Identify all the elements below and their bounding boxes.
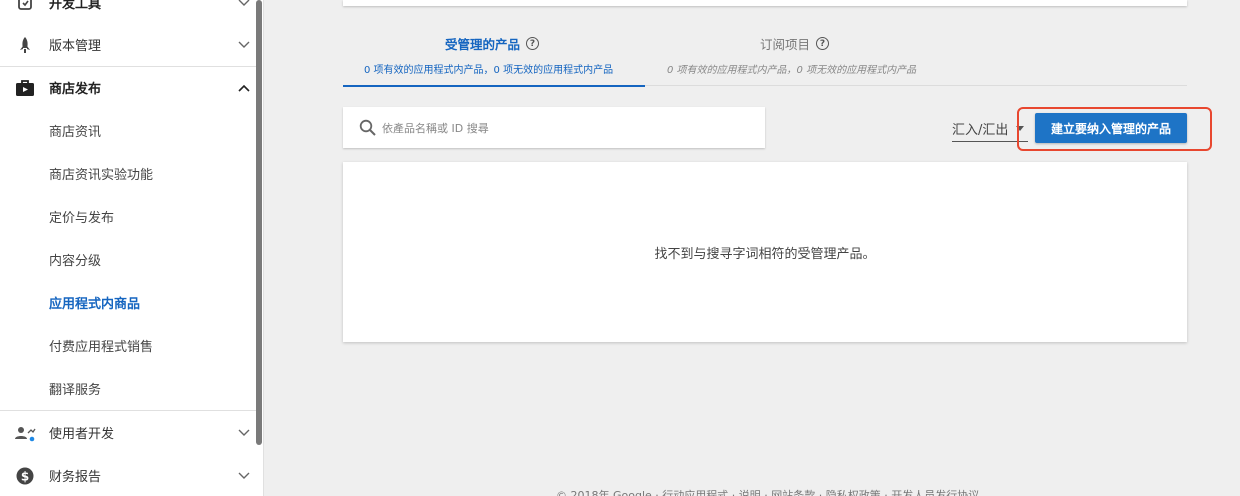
svg-text:$: $ [21, 469, 29, 483]
sidebar-item-label: 商店发布 [49, 82, 102, 97]
tab-managed-products[interactable]: 受管理的产品 ? 0 项有效的应用程式内产品，0 项无效的应用程式内产品 [343, 24, 645, 87]
tab-subscriptions[interactable]: 订阅项目 ? 0 项有效的应用程式内产品，0 项无效的应用程式内产品 [645, 24, 945, 86]
sidebar-subitem-label: 定价与发布 [49, 211, 115, 226]
sidebar-subitem-store-listing-experiments[interactable]: 商店资讯实验功能 [0, 152, 256, 195]
footer: © 2018年 Google · 行动应用程式 · 说明 · 网站条款 · 隐私… [556, 489, 980, 496]
sidebar-item-label: 使用者开发 [49, 427, 115, 442]
chevron-down-icon [236, 468, 252, 484]
results-card: 找不到与搜寻字词相符的受管理产品。 [343, 162, 1187, 342]
sidebar: 开发工具 版本管理 商店发布 商店资讯 商店资讯实验功能 定价与发布 内容分级 … [0, 0, 264, 496]
chevron-up-icon [236, 80, 252, 96]
sidebar-subitem-store-listing[interactable]: 商店资讯 [0, 109, 256, 152]
sidebar-item-label: 开发工具 [49, 0, 102, 12]
active-tab-indicator [343, 85, 645, 87]
sidebar-subitem-label: 商店资讯 [49, 125, 102, 140]
tab-title: 受管理的产品 ? [445, 34, 540, 53]
sidebar-item-label: 版本管理 [49, 39, 102, 54]
store-icon [14, 77, 36, 99]
create-managed-product-button[interactable]: 建立要纳入管理的产品 [1035, 113, 1187, 143]
dev-tools-icon [14, 0, 36, 14]
tab-subtitle: 0 项有效的应用程式内产品，0 项无效的应用程式内产品 [364, 65, 614, 76]
product-tabs: 受管理的产品 ? 0 项有效的应用程式内产品，0 项无效的应用程式内产品 订阅项… [343, 24, 1187, 87]
sidebar-subitem-in-app-products[interactable]: 应用程式内商品 [0, 281, 256, 324]
tab-title-text: 订阅项目 [760, 37, 811, 52]
sidebar-item-user-acquisition[interactable]: 使用者开发 [0, 411, 256, 454]
chevron-down-icon [236, 425, 252, 441]
search-icon [359, 119, 376, 140]
sidebar-subitem-label: 付费应用程式销售 [49, 340, 154, 355]
search-input[interactable] [382, 117, 752, 139]
sidebar-subitem-content-rating[interactable]: 内容分级 [0, 238, 256, 281]
tab-title-text: 受管理的产品 [445, 37, 521, 52]
tab-subtitle: 0 项有效的应用程式内产品，0 项无效的应用程式内产品 [667, 65, 917, 76]
chevron-down-icon [236, 37, 252, 53]
tab-title: 订阅项目 ? [760, 34, 830, 53]
sidebar-item-release-management[interactable]: 版本管理 [0, 23, 256, 66]
sidebar-subitem-translation-services[interactable]: 翻译服务 [0, 367, 256, 410]
sidebar-subitem-label: 内容分级 [49, 254, 102, 269]
user-acquisition-icon [14, 422, 36, 444]
import-export-label: 汇入/汇出 [952, 123, 1009, 138]
top-card [343, 0, 1187, 6]
sidebar-subitem-label: 翻译服务 [49, 383, 102, 398]
search-box [343, 107, 765, 148]
sidebar-item-store-presence[interactable]: 商店发布 [0, 66, 256, 109]
sidebar-subitem-label: 应用程式内商品 [49, 297, 141, 312]
sidebar-item-label: 财务报告 [49, 470, 102, 485]
dollar-icon: $ [14, 465, 36, 487]
sidebar-item-dev-tools[interactable]: 开发工具 [0, 0, 256, 24]
help-icon[interactable]: ? [816, 37, 830, 50]
sidebar-item-financial-reports[interactable]: $ 财务报告 [0, 454, 256, 496]
sidebar-scrollbar[interactable] [256, 0, 262, 445]
sidebar-subitem-pricing-distribution[interactable]: 定价与发布 [0, 195, 256, 238]
empty-state-message: 找不到与搜寻字词相符的受管理产品。 [654, 246, 876, 262]
chevron-down-icon [236, 0, 252, 11]
sidebar-subitem-label: 商店资讯实验功能 [49, 168, 154, 183]
sidebar-subitem-paid-app-sales[interactable]: 付费应用程式销售 [0, 324, 256, 367]
rocket-icon [14, 34, 36, 56]
help-icon[interactable]: ? [526, 37, 540, 50]
